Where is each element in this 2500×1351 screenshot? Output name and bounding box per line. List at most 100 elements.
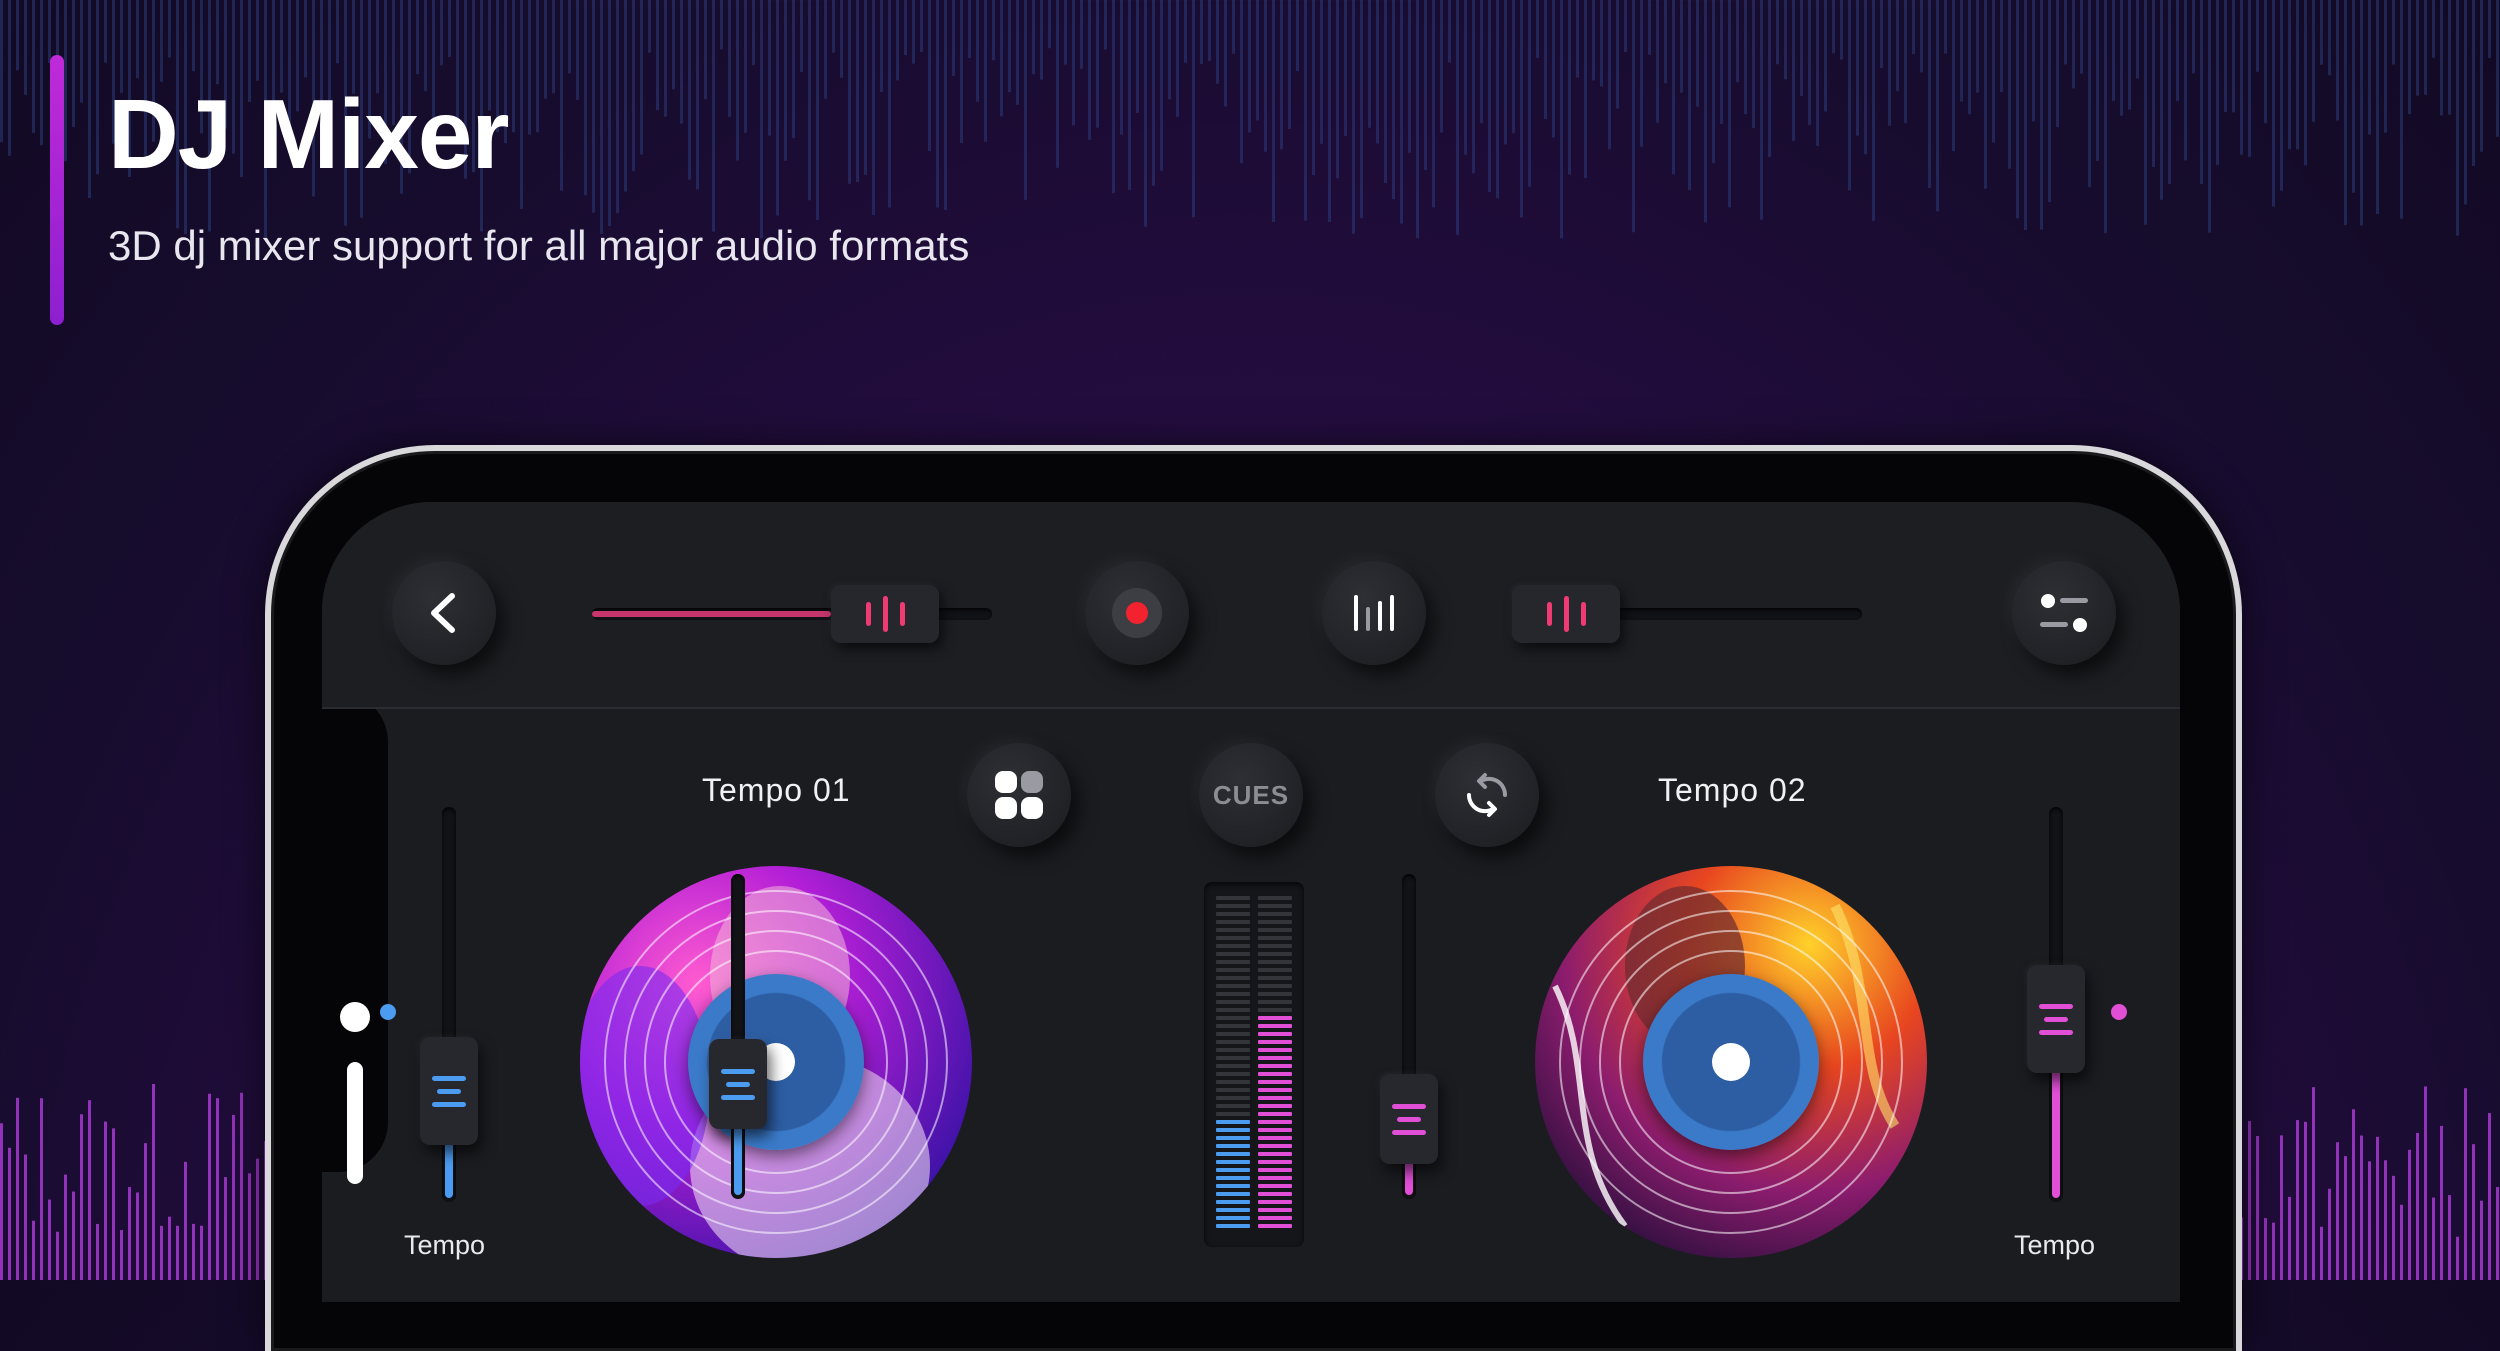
deck-right-label: Tempo 02 [1658, 772, 1807, 808]
vu-segment [1258, 1048, 1292, 1052]
camera-dot [340, 1002, 370, 1032]
right-crossfader-track[interactable] [1512, 585, 1862, 643]
vu-segment [1258, 1152, 1292, 1156]
left-crossfader-track[interactable] [592, 585, 992, 643]
vu-segment [1216, 896, 1250, 900]
vu-segment [1258, 1000, 1292, 1004]
right-volume-knob[interactable] [1380, 1074, 1438, 1164]
vu-segment [1258, 912, 1292, 916]
vu-segment [1216, 960, 1250, 964]
record-icon [1112, 588, 1162, 638]
cues-label: CUES [1212, 779, 1290, 810]
vu-segment [1216, 1144, 1250, 1148]
deck-right-turntable[interactable] [1535, 866, 1927, 1258]
vu-segment [1216, 1160, 1250, 1164]
vu-segment [1216, 1128, 1250, 1132]
vu-segment [1216, 1080, 1250, 1084]
left-tempo-knob[interactable] [420, 1037, 478, 1145]
vu-segment [1258, 1112, 1292, 1116]
speaker-bar [347, 1062, 363, 1184]
vu-segment [1216, 1208, 1250, 1212]
vu-segment [1216, 904, 1250, 908]
cues-button[interactable]: CUES [1199, 743, 1303, 847]
vu-segment [1216, 1064, 1250, 1068]
vu-segment [1258, 904, 1292, 908]
vu-segment [1258, 1208, 1292, 1212]
left-crossfader-fill [592, 611, 831, 617]
vu-segment [1216, 1000, 1250, 1004]
vu-segment [1258, 896, 1292, 900]
grid-button[interactable] [967, 743, 1071, 847]
right-volume-slider[interactable] [1380, 874, 1438, 1199]
left-volume-slider[interactable] [709, 874, 767, 1199]
right-tempo-slider[interactable] [2027, 807, 2085, 1202]
sync-button[interactable] [1435, 743, 1539, 847]
page-subtitle: 3D dj mixer support for all major audio … [108, 222, 970, 269]
vu-segment [1258, 1072, 1292, 1076]
vu-segment [1216, 1200, 1250, 1204]
vu-segment [1216, 944, 1250, 948]
vu-segment [1258, 1096, 1292, 1100]
left-tempo-slider[interactable] [420, 807, 478, 1202]
vu-segment [1258, 992, 1292, 996]
vu-segment [1216, 936, 1250, 940]
vu-segment [1258, 1056, 1292, 1060]
vu-segment [1216, 1192, 1250, 1196]
vu-segment [1216, 920, 1250, 924]
vu-segment [1216, 912, 1250, 916]
vu-segment [1216, 984, 1250, 988]
left-volume-knob[interactable] [709, 1039, 767, 1129]
right-tempo-knob[interactable] [2027, 965, 2085, 1073]
vu-segment [1216, 1024, 1250, 1028]
vu-segment [1258, 1200, 1292, 1204]
equalizer-button[interactable] [1322, 561, 1426, 665]
vu-segment [1216, 1168, 1250, 1172]
vu-segment [1216, 1176, 1250, 1180]
settings-button[interactable] [2012, 561, 2116, 665]
vu-segment [1258, 952, 1292, 956]
vu-meter [1204, 882, 1304, 1247]
chevron-left-icon [431, 593, 455, 633]
vu-segment [1216, 952, 1250, 956]
vu-segment [1216, 1104, 1250, 1108]
deck-left-turntable[interactable] [580, 866, 972, 1258]
vu-segment [1258, 936, 1292, 940]
title-accent-bar [50, 55, 64, 325]
page-title: DJ Mixer [108, 79, 510, 189]
vu-segment [1216, 1056, 1250, 1060]
vu-segment [1216, 1008, 1250, 1012]
grid-icon [995, 771, 1043, 819]
vu-segment [1258, 1088, 1292, 1092]
equalizer-icon [1354, 595, 1394, 631]
vu-segment [1258, 1024, 1292, 1028]
left-crossfader-knob[interactable] [831, 585, 939, 643]
vu-segment [1216, 992, 1250, 996]
vu-segment [1216, 1072, 1250, 1076]
vu-segment [1258, 1136, 1292, 1140]
vu-segment [1216, 968, 1250, 972]
deck-right-spindle [1712, 1043, 1750, 1081]
vu-segment [1216, 928, 1250, 932]
vu-segment [1258, 944, 1292, 948]
vu-segment [1216, 1184, 1250, 1188]
vu-segment [1258, 1128, 1292, 1132]
vu-segment [1216, 1016, 1250, 1020]
vu-segment [1258, 1184, 1292, 1188]
sync-icon [1466, 773, 1508, 817]
top-toolbar [322, 502, 2180, 709]
vu-segment [1216, 1216, 1250, 1220]
record-button[interactable] [1085, 561, 1189, 665]
vu-segment [1258, 928, 1292, 932]
right-crossfader-knob[interactable] [1512, 585, 1620, 643]
vu-segment [1216, 1040, 1250, 1044]
vu-segment [1258, 1216, 1292, 1220]
right-tempo-indicator-dot [2111, 1004, 2127, 1020]
vu-segment [1258, 1080, 1292, 1084]
vu-segment [1258, 1120, 1292, 1124]
vu-segment [1258, 984, 1292, 988]
app-screen: Tempo 01 Tempo 02 CUES Tempo Tempo [322, 502, 2180, 1302]
back-button[interactable] [392, 561, 496, 665]
vu-segment [1258, 1064, 1292, 1068]
vu-segment [1258, 1224, 1292, 1228]
vu-segment [1258, 968, 1292, 972]
